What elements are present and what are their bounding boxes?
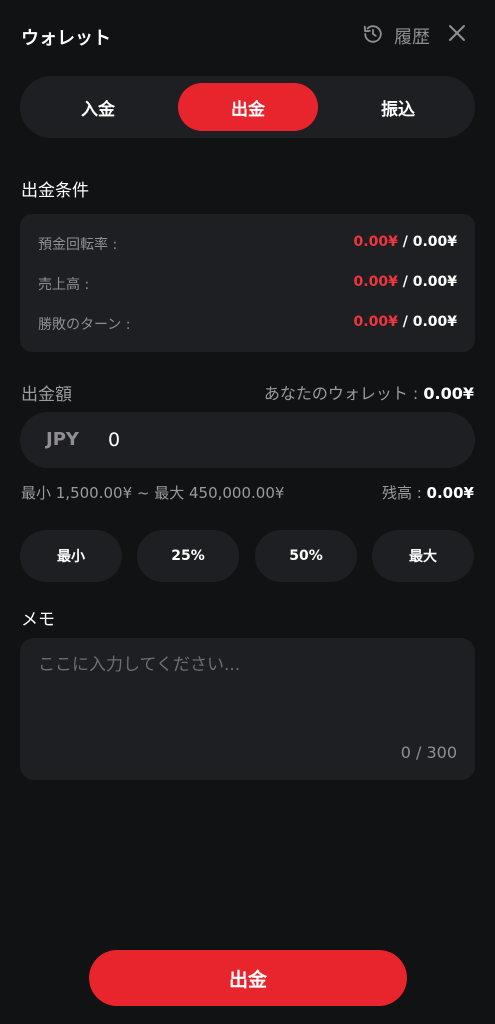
condition-label: 勝敗のターン : <box>38 317 131 333</box>
condition-current: 0.00¥ <box>353 234 398 250</box>
amount-input[interactable] <box>108 422 448 458</box>
amount-field: JPY <box>20 412 475 468</box>
balance-value: 0.00¥ <box>426 484 474 502</box>
amount-label: 出金額 <box>21 385 72 405</box>
condition-row: 売上高 : 0.00¥ / 0.00¥ <box>20 274 475 294</box>
condition-target: 0.00¥ <box>412 314 457 330</box>
condition-value: 0.00¥ / 0.00¥ <box>354 234 457 250</box>
condition-current: 0.00¥ <box>353 274 398 290</box>
balance: 残高 : 0.00¥ <box>382 482 474 503</box>
memo-char-counter: 0 / 300 <box>400 743 457 762</box>
tab-withdraw[interactable]: 出金 <box>178 83 318 131</box>
condition-separator: / <box>397 314 413 330</box>
condition-current: 0.00¥ <box>353 314 398 330</box>
condition-label: 預金回転率 : <box>38 237 118 253</box>
condition-separator: / <box>397 274 413 290</box>
memo-input[interactable] <box>38 650 458 730</box>
wallet-balance-label: あなたのウォレット : <box>263 384 424 403</box>
wallet-tabs: 入金 出金 振込 <box>20 76 475 138</box>
balance-label: 残高 : <box>381 484 427 502</box>
conditions-title: 出金条件 <box>21 181 89 201</box>
condition-value: 0.00¥ / 0.00¥ <box>354 274 457 290</box>
amount-limits: 最小 1,500.00¥ ~ 最大 450,000.00¥ <box>21 484 285 502</box>
history-icon <box>362 23 384 49</box>
condition-label: 売上高 : <box>38 277 90 293</box>
tab-transfer[interactable]: 振込 <box>324 83 472 131</box>
tab-deposit[interactable]: 入金 <box>24 83 172 131</box>
page-title: ウォレット <box>21 28 111 49</box>
close-button[interactable] <box>444 20 470 46</box>
condition-row: 勝敗のターン : 0.00¥ / 0.00¥ <box>20 314 475 334</box>
wallet-panel: ウォレット 履歴 入金 出金 振込 出金条件 預金回転率: 0.00¥ / 0… <box>0 0 495 1024</box>
memo-field: 0 / 300 <box>20 638 475 780</box>
withdraw-submit-button[interactable]: 出金 <box>89 950 407 1006</box>
history-button[interactable]: 履歴 <box>362 23 430 49</box>
condition-row: 預金回転率 : 0.00¥ / 0.00¥ <box>20 234 475 254</box>
condition-separator: / <box>397 234 413 250</box>
condition-value: 0.00¥ / 0.00¥ <box>354 314 457 330</box>
condition-target: 0.00¥ <box>412 234 457 250</box>
close-icon <box>444 25 470 50</box>
25-percent-button[interactable]: 25% <box>137 530 239 582</box>
wallet-balance-value: 0.00¥ <box>423 384 474 403</box>
history-label: 履歴 <box>394 27 430 48</box>
max-amount-button[interactable]: 最大 <box>372 530 474 582</box>
conditions-card: 預金回転率 : 0.00¥ / 0.00¥ 売上高 : 0.00¥ / 0.00… <box>20 214 475 352</box>
condition-target: 0.00¥ <box>412 274 457 290</box>
header: ウォレット 履歴 <box>0 0 495 70</box>
50-percent-button[interactable]: 50% <box>255 530 357 582</box>
wallet-balance: あなたのウォレット : 0.00¥ <box>264 380 474 404</box>
memo-label: メモ <box>21 610 55 630</box>
min-amount-button[interactable]: 最小 <box>20 530 122 582</box>
currency-label: JPY <box>46 429 79 450</box>
